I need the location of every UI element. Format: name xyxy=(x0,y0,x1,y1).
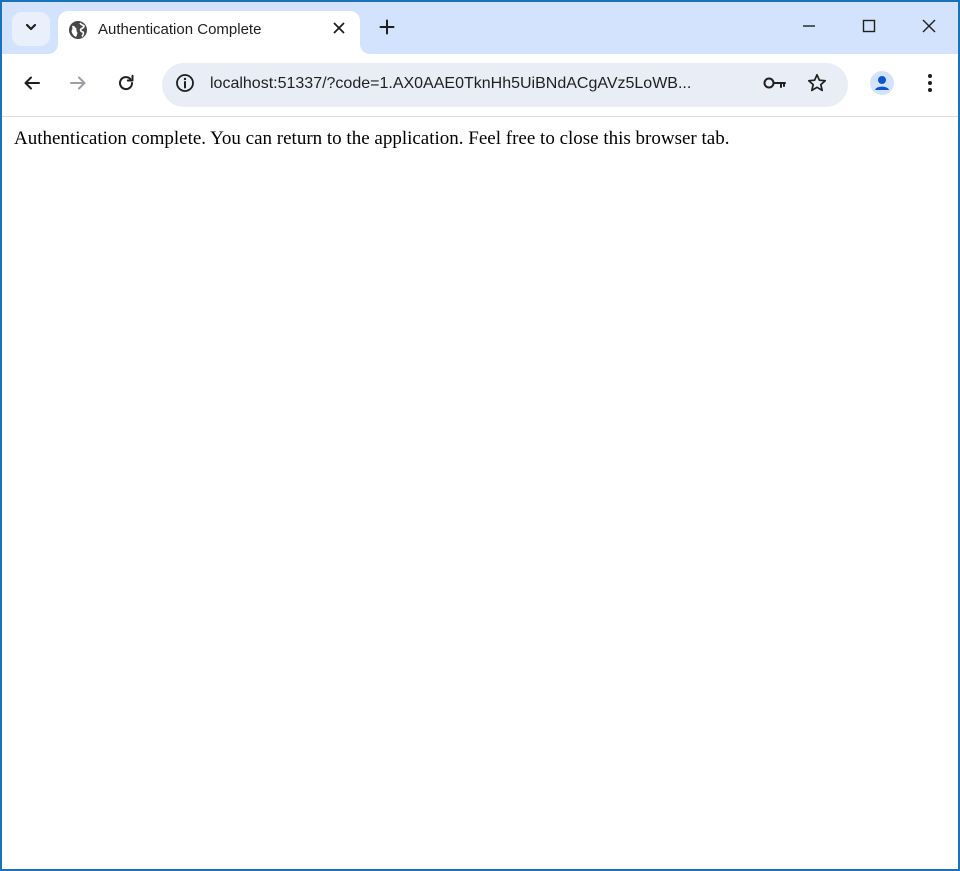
browser-menu-button[interactable] xyxy=(914,69,946,101)
key-icon xyxy=(763,76,787,95)
address-bar[interactable]: localhost:51337/?code=1.AX0AAE0TknHh5UiB… xyxy=(162,63,848,107)
tab-title: Authentication Complete xyxy=(98,21,262,38)
authentication-message: Authentication complete. You can return … xyxy=(14,128,730,149)
chevron-down-icon xyxy=(24,20,38,39)
plus-icon xyxy=(379,19,395,40)
tab-strip: Authentication Complete xyxy=(2,2,958,54)
profile-button[interactable] xyxy=(866,69,898,101)
reload-button[interactable] xyxy=(110,69,142,101)
tab-active[interactable]: Authentication Complete xyxy=(58,11,360,54)
page-content: Authentication complete. You can return … xyxy=(2,117,958,869)
more-vert-icon xyxy=(927,73,933,98)
star-icon xyxy=(807,73,827,98)
globe-icon xyxy=(68,20,88,40)
bookmark-button[interactable] xyxy=(802,70,832,100)
new-tab-button[interactable] xyxy=(374,16,400,42)
person-icon xyxy=(869,70,895,101)
minimize-button[interactable] xyxy=(784,8,834,48)
maximize-button[interactable] xyxy=(844,8,894,48)
browser-toolbar: localhost:51337/?code=1.AX0AAE0TknHh5UiB… xyxy=(2,54,958,117)
forward-button[interactable] xyxy=(62,69,94,101)
close-icon xyxy=(921,18,937,39)
url-text[interactable]: localhost:51337/?code=1.AX0AAE0TknHh5UiB… xyxy=(210,75,750,93)
arrow-left-icon xyxy=(23,74,41,97)
tab-close-button[interactable] xyxy=(328,19,350,41)
site-info-button[interactable] xyxy=(170,70,200,100)
minimize-icon xyxy=(801,18,817,39)
arrow-right-icon xyxy=(69,74,87,97)
password-manager-button[interactable] xyxy=(760,70,790,100)
close-icon xyxy=(333,21,345,39)
info-icon xyxy=(175,73,195,98)
reload-icon xyxy=(117,74,135,97)
maximize-icon xyxy=(861,18,877,39)
window-close-button[interactable] xyxy=(904,8,954,48)
back-button[interactable] xyxy=(16,69,48,101)
tab-search-button[interactable] xyxy=(12,12,50,46)
browser-window: Authentication Complete localhost:51337/… xyxy=(0,0,960,871)
